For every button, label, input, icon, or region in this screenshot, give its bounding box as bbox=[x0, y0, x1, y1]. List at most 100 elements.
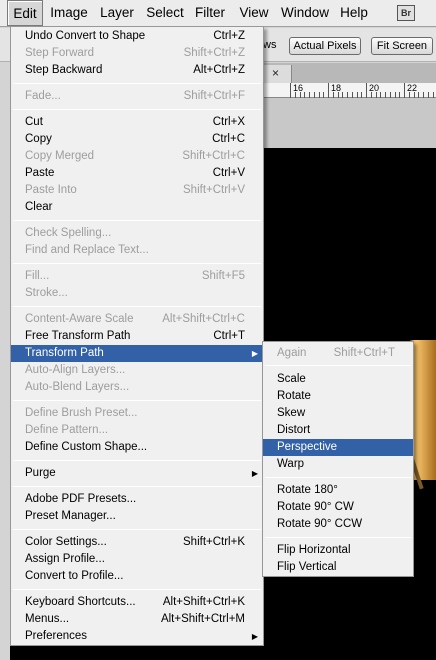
menu-item-flip-horizontal[interactable]: Flip Horizontal bbox=[263, 542, 413, 559]
menu-separator bbox=[13, 109, 261, 110]
menu-item-shortcut: Alt+Ctrl+Z bbox=[193, 64, 245, 76]
menu-item-perspective[interactable]: Perspective bbox=[263, 439, 413, 456]
menu-item-shortcut: Shift+Ctrl+K bbox=[183, 536, 245, 548]
menu-item-label: Preferences bbox=[25, 630, 88, 642]
menu-item-label: Rotate bbox=[277, 390, 311, 402]
menu-item-find-and-replace-text[interactable]: Find and Replace Text... bbox=[11, 242, 263, 259]
menu-item-define-brush-preset[interactable]: Define Brush Preset... bbox=[11, 405, 263, 422]
menu-item-label: Flip Vertical bbox=[277, 561, 337, 573]
menu-item-fade[interactable]: Fade... Shift+Ctrl+F bbox=[11, 88, 263, 105]
menu-item-fill[interactable]: Fill... Shift+F5 bbox=[11, 268, 263, 285]
menu-select[interactable]: Select bbox=[143, 0, 187, 26]
menu-item-label: Rotate 180° bbox=[277, 484, 338, 496]
menu-item-label: Define Brush Preset... bbox=[25, 407, 138, 419]
menu-item-shortcut: Ctrl+C bbox=[212, 133, 245, 145]
menu-item-content-aware-scale[interactable]: Content-Aware Scale Alt+Shift+Ctrl+C bbox=[11, 311, 263, 328]
menu-item-distort[interactable]: Distort bbox=[263, 422, 413, 439]
menu-item-label: Find and Replace Text... bbox=[25, 244, 149, 256]
menu-item-label: Scale bbox=[277, 373, 306, 385]
menu-image[interactable]: Image bbox=[47, 0, 91, 26]
submenu-arrow-icon: ▶ bbox=[251, 632, 258, 641]
menu-item-step-forward[interactable]: Step Forward Shift+Ctrl+Z bbox=[11, 45, 263, 62]
menu-item-shortcut: Ctrl+V bbox=[212, 167, 245, 179]
menu-item-shortcut: Shift+Ctrl+Z bbox=[183, 47, 245, 59]
menu-item-label: Step Backward bbox=[25, 64, 103, 76]
menu-item-label: Menus... bbox=[25, 613, 70, 625]
menu-filter[interactable]: Filter bbox=[192, 0, 228, 26]
menu-item-warp[interactable]: Warp bbox=[263, 456, 413, 473]
menu-item-label: Paste bbox=[25, 167, 55, 179]
bridge-button[interactable]: Br bbox=[397, 5, 415, 21]
menu-item-label: Adobe PDF Presets... bbox=[25, 493, 137, 505]
menu-separator bbox=[13, 529, 261, 530]
fit-screen-button[interactable]: Fit Screen bbox=[371, 37, 433, 55]
menu-item-assign-profile[interactable]: Assign Profile... bbox=[11, 551, 263, 568]
menu-item-label: Again bbox=[277, 347, 307, 359]
menu-item-keyboard-shortcuts[interactable]: Keyboard Shortcuts... Alt+Shift+Ctrl+K bbox=[11, 594, 263, 611]
ruler-tick bbox=[404, 83, 405, 98]
menu-item-undo-convert-to-shape[interactable]: Undo Convert to Shape Ctrl+Z bbox=[11, 28, 263, 45]
menu-item-cut[interactable]: Cut Ctrl+X bbox=[11, 114, 263, 131]
menu-item-copy[interactable]: Copy Ctrl+C bbox=[11, 131, 263, 148]
menu-item-check-spelling[interactable]: Check Spelling... bbox=[11, 225, 263, 242]
menu-item-again[interactable]: Again Shift+Ctrl+T bbox=[263, 345, 413, 362]
menu-item-scale[interactable]: Scale bbox=[263, 371, 413, 388]
menu-item-label: Step Forward bbox=[25, 47, 95, 59]
menu-item-purge[interactable]: Purge ▶ bbox=[11, 465, 263, 482]
menu-item-auto-blend-layers[interactable]: Auto-Blend Layers... bbox=[11, 379, 263, 396]
menu-item-define-pattern[interactable]: Define Pattern... bbox=[11, 422, 263, 439]
close-icon[interactable]: × bbox=[272, 66, 279, 80]
submenu-arrow-icon: ▶ bbox=[251, 349, 258, 358]
menu-window[interactable]: Window bbox=[279, 0, 331, 26]
menu-layer[interactable]: Layer bbox=[96, 0, 138, 26]
menu-item-label: Rotate 90° CW bbox=[277, 501, 354, 513]
menu-item-transform-path[interactable]: Transform Path ▶ bbox=[11, 345, 263, 362]
menu-item-rotate[interactable]: Rotate bbox=[263, 388, 413, 405]
menu-item-free-transform-path[interactable]: Free Transform Path Ctrl+T bbox=[11, 328, 263, 345]
menu-item-color-settings[interactable]: Color Settings... Shift+Ctrl+K bbox=[11, 534, 263, 551]
menu-item-shortcut: Shift+Ctrl+F bbox=[183, 90, 245, 102]
menu-item-preset-manager[interactable]: Preset Manager... bbox=[11, 508, 263, 525]
menu-item-label: Fill... bbox=[25, 270, 50, 282]
menu-item-label: Define Custom Shape... bbox=[25, 441, 148, 453]
menu-item-menus[interactable]: Menus... Alt+Shift+Ctrl+M bbox=[11, 611, 263, 628]
menu-item-label: Paste Into bbox=[25, 184, 77, 196]
menu-item-stroke[interactable]: Stroke... bbox=[11, 285, 263, 302]
menu-separator bbox=[13, 263, 261, 264]
menu-item-paste-into[interactable]: Paste Into Shift+Ctrl+V bbox=[11, 182, 263, 199]
menu-item-shortcut: Ctrl+Z bbox=[213, 30, 245, 42]
menu-separator bbox=[13, 400, 261, 401]
menu-item-shortcut: Alt+Shift+Ctrl+K bbox=[162, 596, 245, 608]
menu-item-auto-align-layers[interactable]: Auto-Align Layers... bbox=[11, 362, 263, 379]
menu-item-shortcut: Ctrl+T bbox=[213, 330, 245, 342]
menu-item-define-custom-shape[interactable]: Define Custom Shape... bbox=[11, 439, 263, 456]
menu-item-shortcut: Ctrl+X bbox=[212, 116, 245, 128]
actual-pixels-button[interactable]: Actual Pixels bbox=[289, 37, 361, 55]
menu-separator bbox=[265, 365, 411, 366]
menu-item-label: Transform Path bbox=[25, 347, 104, 359]
menu-view[interactable]: View bbox=[236, 0, 272, 26]
menu-item-rotate-180[interactable]: Rotate 180° bbox=[263, 482, 413, 499]
menu-item-label: Fade... bbox=[25, 90, 61, 102]
menu-separator bbox=[265, 537, 411, 538]
menu-help[interactable]: Help bbox=[338, 0, 370, 26]
menu-item-rotate-90-cw[interactable]: Rotate 90° CW bbox=[263, 499, 413, 516]
menu-item-adobe-pdf-presets[interactable]: Adobe PDF Presets... bbox=[11, 491, 263, 508]
menu-item-label: Color Settings... bbox=[25, 536, 107, 548]
menu-edit[interactable]: Edit bbox=[7, 0, 43, 26]
menu-item-skew[interactable]: Skew bbox=[263, 405, 413, 422]
menu-item-label: Flip Horizontal bbox=[277, 544, 351, 556]
menu-item-label: Purge bbox=[25, 467, 56, 479]
menu-item-flip-vertical[interactable]: Flip Vertical bbox=[263, 559, 413, 576]
menu-item-step-backward[interactable]: Step Backward Alt+Ctrl+Z bbox=[11, 62, 263, 79]
menu-item-preferences[interactable]: Preferences ▶ bbox=[11, 628, 263, 645]
menu-item-label: Preset Manager... bbox=[25, 510, 116, 522]
menu-item-clear[interactable]: Clear bbox=[11, 199, 263, 216]
menu-item-paste[interactable]: Paste Ctrl+V bbox=[11, 165, 263, 182]
menu-item-copy-merged[interactable]: Copy Merged Shift+Ctrl+C bbox=[11, 148, 263, 165]
menu-item-label: Stroke... bbox=[25, 287, 68, 299]
submenu-arrow-icon: ▶ bbox=[251, 469, 258, 478]
menu-item-rotate-90-ccw[interactable]: Rotate 90° CCW bbox=[263, 516, 413, 533]
menu-item-label: Cut bbox=[25, 116, 43, 128]
menu-item-convert-to-profile[interactable]: Convert to Profile... bbox=[11, 568, 263, 585]
